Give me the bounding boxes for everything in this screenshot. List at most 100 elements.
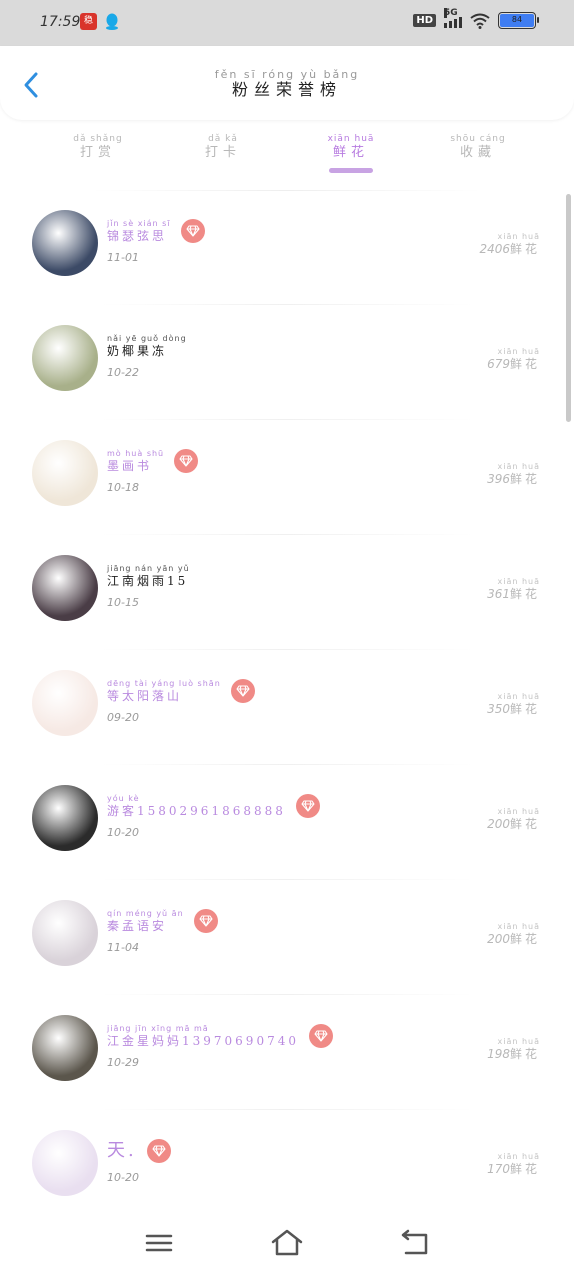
avatar[interactable]: [32, 1015, 98, 1081]
menu-icon[interactable]: [142, 1228, 176, 1258]
user-name-pinyin: dēng tài yáng luò shān: [107, 679, 221, 688]
flower-unit: 鲜花: [509, 702, 540, 716]
avatar[interactable]: [32, 785, 98, 851]
user-name-block: dēng tài yáng luò shān 等太阳落山: [107, 679, 255, 703]
flower-count: xiān huā 170鲜花: [487, 1152, 540, 1176]
tab-checkin[interactable]: dǎ kǎ 打卡: [173, 134, 273, 161]
user-name-block: qín méng yǔ ān 秦孟语安: [107, 909, 218, 933]
user-name-block: jiāng jīn xīng mā mā 江金星妈妈13970690740: [107, 1024, 333, 1048]
date: 10-20: [107, 826, 139, 839]
user-name: 天.: [107, 1140, 137, 1162]
user-name-pinyin: yóu kè: [107, 794, 140, 803]
flower-value: 679鲜花: [487, 357, 540, 371]
list-item[interactable]: mò huà shū 墨画书 10-18 xiān huā 396鲜花: [0, 420, 574, 535]
system-nav-bar: [0, 1210, 574, 1280]
flower-count: xiān huā 200鲜花: [487, 807, 540, 831]
user-name: dēng tài yáng luò shān 等太阳落山: [107, 679, 221, 703]
header: fěn sī róng yù bǎng 粉丝荣誉榜: [0, 46, 574, 120]
user-name-text: 秦孟语安: [107, 919, 168, 933]
user-name: mò huà shū 墨画书: [107, 449, 164, 473]
list-item[interactable]: yóu kè 游客15802961868888 10-20 xiān huā 2…: [0, 765, 574, 880]
avatar[interactable]: [32, 900, 98, 966]
user-name-text: 游客15802961868888: [107, 804, 286, 818]
flower-number: 361: [487, 587, 510, 601]
list-item[interactable]: jǐn sè xián sī 锦瑟弦思 11-01 xiān huā 2406鲜…: [0, 190, 574, 305]
tab-pinyin: shōu cáng: [450, 134, 506, 144]
avatar[interactable]: [32, 440, 98, 506]
avatar[interactable]: [32, 1130, 98, 1196]
flower-unit: 鲜花: [509, 242, 540, 256]
tab-reward[interactable]: dǎ shǎng 打赏: [48, 134, 148, 161]
diamond-icon: [193, 909, 218, 933]
diamond-icon: [180, 219, 205, 243]
date: 10-20: [107, 1171, 139, 1184]
user-name-text: 等太阳落山: [107, 689, 183, 703]
list-item[interactable]: jiāng nán yān yǔ 江南烟雨15 10-15 xiān huā 3…: [0, 535, 574, 650]
hd-icon: HD: [413, 14, 436, 27]
diamond-icon: [230, 679, 255, 703]
user-name-pinyin: qín méng yǔ ān: [107, 909, 184, 918]
user-name: yóu kè 游客15802961868888: [107, 794, 286, 818]
user-name-pinyin: mò huà shū: [107, 449, 165, 458]
user-name: nǎi yē guǒ dòng 奶椰果冻: [107, 334, 187, 358]
diamond-icon: [295, 794, 320, 818]
app-notification-icon: 稳: [80, 13, 97, 30]
battery-level: 84: [500, 14, 534, 27]
flower-unit: 鲜花: [509, 817, 540, 831]
flower-unit-pinyin: xiān huā: [497, 232, 540, 241]
tab-favorites[interactable]: shōu cáng 收藏: [428, 134, 528, 161]
date: 11-04: [107, 941, 139, 954]
flower-unit-pinyin: xiān huā: [497, 1037, 540, 1046]
return-icon[interactable]: [398, 1228, 432, 1258]
fan-ranking-list: jǐn sè xián sī 锦瑟弦思 11-01 xiān huā 2406鲜…: [0, 190, 574, 1225]
list-item[interactable]: dēng tài yáng luò shān 等太阳落山 09-20 xiān …: [0, 650, 574, 765]
avatar[interactable]: [32, 670, 98, 736]
date: 10-22: [107, 366, 139, 379]
flower-value: 2406鲜花: [479, 242, 540, 256]
status-icons: HD 5G 84: [413, 7, 539, 29]
user-name-text: 江南烟雨15: [107, 574, 189, 588]
user-name-text: 江金星妈妈13970690740: [107, 1034, 299, 1048]
date: 10-29: [107, 1056, 139, 1069]
flower-number: 170: [487, 1162, 510, 1176]
date: 09-20: [107, 711, 139, 724]
list-item[interactable]: jiāng jīn xīng mā mā 江金星妈妈13970690740 10…: [0, 995, 574, 1110]
flower-number: 350: [487, 702, 510, 716]
flower-unit-pinyin: xiān huā: [497, 462, 540, 471]
tab-label: 打赏: [79, 145, 116, 160]
cell-signal-icon: 5G: [444, 7, 462, 28]
flower-unit: 鲜花: [509, 587, 540, 601]
tab-flowers[interactable]: xiān huā 鲜花: [301, 134, 401, 161]
flower-count: xiān huā 2406鲜花: [479, 232, 540, 256]
flower-number: 200: [487, 817, 510, 831]
page-title: fěn sī róng yù bǎng 粉丝荣誉榜: [0, 68, 574, 99]
avatar[interactable]: [32, 555, 98, 621]
flower-value: 198鲜花: [487, 1047, 540, 1061]
user-name: qín méng yǔ ān 秦孟语安: [107, 909, 184, 933]
list-item[interactable]: nǎi yē guǒ dòng 奶椰果冻 10-22 xiān huā 679鲜…: [0, 305, 574, 420]
user-name-pinyin: jǐn sè xián sī: [107, 219, 171, 228]
avatar[interactable]: [32, 325, 98, 391]
user-name-block: jǐn sè xián sī 锦瑟弦思: [107, 219, 205, 243]
user-name: jiāng jīn xīng mā mā 江金星妈妈13970690740: [107, 1024, 299, 1048]
user-name-pinyin: jiāng jīn xīng mā mā: [107, 1024, 209, 1033]
diamond-icon: [308, 1024, 333, 1048]
flower-value: 361鲜花: [487, 587, 540, 601]
list-item[interactable]: qín méng yǔ ān 秦孟语安 11-04 xiān huā 200鲜花: [0, 880, 574, 995]
tab-pinyin: xiān huā: [327, 134, 375, 144]
home-icon[interactable]: [270, 1228, 304, 1258]
flower-unit-pinyin: xiān huā: [497, 577, 540, 586]
wifi-icon: [470, 13, 490, 29]
list-item[interactable]: 天. 10-20 xiān huā 170鲜花: [0, 1110, 574, 1225]
avatar[interactable]: [32, 210, 98, 276]
flower-value: 200鲜花: [487, 932, 540, 946]
status-time: 17:59: [40, 14, 81, 30]
flower-number: 396: [487, 472, 510, 486]
user-name: jǐn sè xián sī 锦瑟弦思: [107, 219, 171, 243]
user-name: jiāng nán yān yǔ 江南烟雨15: [107, 564, 190, 588]
page-title-text: 粉丝荣誉榜: [231, 80, 342, 99]
flower-unit-pinyin: xiān huā: [497, 922, 540, 931]
flower-number: 200: [487, 932, 510, 946]
date: 10-15: [107, 596, 139, 609]
flower-unit-pinyin: xiān huā: [497, 807, 540, 816]
